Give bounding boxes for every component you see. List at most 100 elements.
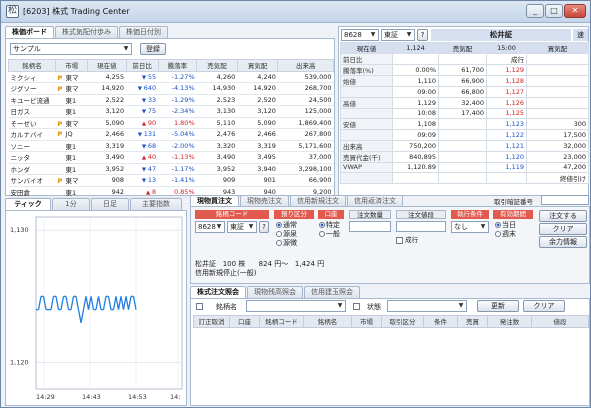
order-code-select[interactable]: 8628 ▼: [195, 221, 225, 233]
tab-tick[interactable]: ティック: [5, 198, 51, 210]
change-value: 55: [147, 72, 157, 81]
watchlist-cell-chg: ▼ 68: [126, 140, 159, 152]
quote-code-select[interactable]: 8628 ▼: [341, 29, 379, 41]
inquiry-col-header[interactable]: 銘柄コード: [259, 315, 304, 328]
watchlist-row[interactable]: ニッタ 東1 3,490 ▲ 40 -1.13% 3,490 3,495 37,000: [8, 151, 334, 164]
book-price: 1,123: [486, 118, 527, 130]
watchlist-cell-pct: 1.80%: [158, 117, 197, 129]
order-market-select[interactable]: 東証 ▼: [227, 221, 257, 233]
account-normal-radio[interactable]: 通常: [276, 221, 297, 230]
watchlist-cell-name: ホンダ: [8, 163, 56, 175]
quote-value: 1,120.89: [392, 161, 439, 173]
inquiry-col-header[interactable]: 訂正取消: [193, 315, 230, 328]
tab-1min[interactable]: 1分: [52, 198, 90, 210]
change-value: 90: [147, 118, 157, 127]
watchlist-row[interactable]: キユーピ流通 東1 2,522 ▼ 33 -1.29% 2,523 2,520 24,500: [8, 94, 334, 106]
inquiry-col-header[interactable]: 口座: [229, 315, 260, 328]
chart-panel: 1,130 1,120 14:29 14:43 14:53 14:: [5, 210, 187, 406]
change-value: 75: [147, 107, 157, 116]
watchlist-row[interactable]: ジグソー P 東マ 14,920 ▼ 640 -4.13% 14,930 14,920 268,…: [8, 82, 334, 95]
select-all-checkbox[interactable]: [196, 303, 203, 310]
capacity-info-button[interactable]: 余力情報: [539, 236, 587, 248]
quote-market-select[interactable]: 東証 ▼: [381, 29, 415, 41]
valid-weekend-radio[interactable]: 週末: [495, 230, 516, 239]
watchlist-row[interactable]: 日ガス 東1 3,120 ▼ 75 -2.34% 3,130 3,120 125,000: [8, 105, 334, 118]
tab-order-inquiry[interactable]: 株式注文照会: [190, 286, 246, 298]
inquiry-name-label: 銘柄名: [216, 303, 237, 311]
watchlist-col-header[interactable]: 出来高: [277, 59, 334, 72]
inquiry-col-header[interactable]: 市場: [351, 315, 382, 328]
account-collect-radio[interactable]: 源徴: [276, 239, 297, 248]
chevron-down-icon: ▼: [337, 302, 343, 309]
book-sell: 61,700: [438, 64, 487, 76]
watchlist-cell-market: 東1: [55, 186, 88, 198]
account-withhold-radio[interactable]: 源泉: [276, 230, 297, 239]
watchlist-row[interactable]: サンバイオ P 東マ 908 ▼ 13 -1.41% 909 901 66,900: [8, 174, 334, 187]
market-order-checkbox[interactable]: 成行: [396, 234, 418, 244]
valid-today-radio[interactable]: 当日: [495, 221, 516, 230]
maximize-button[interactable]: □: [545, 4, 563, 18]
inquiry-name-select[interactable]: ▼: [246, 300, 346, 312]
inquiry-col-header[interactable]: 条件: [423, 315, 458, 328]
watchlist-col-header[interactable]: 騰落率: [157, 59, 198, 72]
watchlist-cell-name: ミクシィ: [8, 71, 56, 83]
qty-input[interactable]: [349, 221, 391, 232]
watchlist-col-header[interactable]: 現在値: [87, 59, 127, 72]
pin-input[interactable]: [541, 195, 589, 205]
watchlist-cell-name: キユーピ流通: [8, 94, 56, 106]
order-clear-button[interactable]: クリア: [539, 223, 587, 235]
quote-help-button[interactable]: ?: [417, 29, 428, 41]
inquiry-col-header[interactable]: 発注数: [487, 315, 532, 328]
watchlist-cell-bid: 4,240: [237, 71, 278, 83]
watchlist-col-header[interactable]: 銘柄名: [7, 59, 57, 72]
watchlist-cell-ask: 3,130: [196, 105, 238, 118]
watchlist-row[interactable]: ホンダ 東1 3,952 ▼ 47 -1.17% 3,952 3,940 3,298,100: [8, 163, 334, 175]
price-input[interactable]: [396, 221, 446, 232]
quote-label: 安値: [340, 118, 393, 130]
watchlist-col-header[interactable]: 前日比: [125, 59, 159, 72]
cond-header: 執行条件: [451, 210, 489, 219]
close-button[interactable]: ✕: [564, 4, 586, 18]
watchlist-col-header[interactable]: 売気配: [196, 59, 238, 72]
tab-cash-balance[interactable]: 現物残高照会: [247, 286, 303, 298]
app-icon: 松: [6, 5, 19, 18]
book-head-time: 15:00: [486, 42, 527, 54]
update-button[interactable]: 更新: [477, 300, 519, 312]
quote-speed-tab[interactable]: 速: [573, 29, 588, 41]
watchlist-row[interactable]: ミクシィ P 東マ 4,255 ▼ 55 -1.27% 4,260 4,240 539,000: [8, 71, 334, 83]
watchlist-col-header[interactable]: 買気配: [236, 59, 279, 72]
inquiry-status-select[interactable]: ▼: [387, 300, 467, 312]
watchlist-row[interactable]: そーせい P 東マ 5,090 ▲ 90 1.80% 5,110 5,090 1,869,400: [8, 117, 334, 129]
watchlist-row[interactable]: ソニー 東1 3,319 ▼ 68 -2.00% 3,320 3,319 5,171,600: [8, 140, 334, 152]
inquiry-col-header[interactable]: 銘柄名: [303, 315, 352, 328]
minimize-button[interactable]: _: [526, 4, 544, 18]
inquiry-col-header[interactable]: 売買: [457, 315, 488, 328]
tab-margin-positions[interactable]: 信用建玉照会: [304, 286, 360, 298]
change-value: 40: [147, 153, 157, 162]
book-sell: [438, 161, 487, 173]
tab-stock-board[interactable]: 株価ボード: [5, 26, 54, 38]
book-buy: 32,000: [526, 139, 589, 152]
cond-select[interactable]: なし ▼: [451, 221, 489, 233]
tab-quote-ticks[interactable]: 株式気配付歩み: [55, 26, 118, 38]
tab-major-index[interactable]: 主要指数: [130, 198, 182, 210]
watchlist-row[interactable]: カルナバイ P JQ 2,466 ▼ 131 -5.04% 2,476 2,466 267,80…: [8, 128, 334, 141]
watchlist-cell-pct: -5.04%: [158, 128, 197, 141]
register-button[interactable]: 登録: [140, 43, 166, 55]
tab-daily[interactable]: 日足: [91, 198, 129, 210]
change-value: 8: [152, 187, 157, 196]
credit-general-radio[interactable]: 一般: [319, 230, 340, 239]
watchlist-cell-vol: 37,000: [277, 151, 334, 164]
place-order-button[interactable]: 注文する: [539, 210, 587, 222]
y-tick-label: 1,130: [10, 226, 29, 234]
status-checkbox[interactable]: [353, 303, 360, 310]
inquiry-col-header[interactable]: 値段: [531, 315, 589, 328]
credit-specific-radio[interactable]: 特定: [319, 221, 340, 230]
order-help-button[interactable]: ?: [259, 221, 269, 233]
info-lot: 100 株: [222, 260, 246, 268]
watchlist-select[interactable]: サンプル ▼: [10, 43, 132, 55]
tab-daily-prices[interactable]: 株価日付別: [119, 26, 168, 38]
inquiry-col-header[interactable]: 取引区分: [381, 315, 424, 328]
inquiry-clear-button[interactable]: クリア: [523, 300, 565, 312]
watchlist-col-header[interactable]: 市場: [55, 59, 89, 72]
